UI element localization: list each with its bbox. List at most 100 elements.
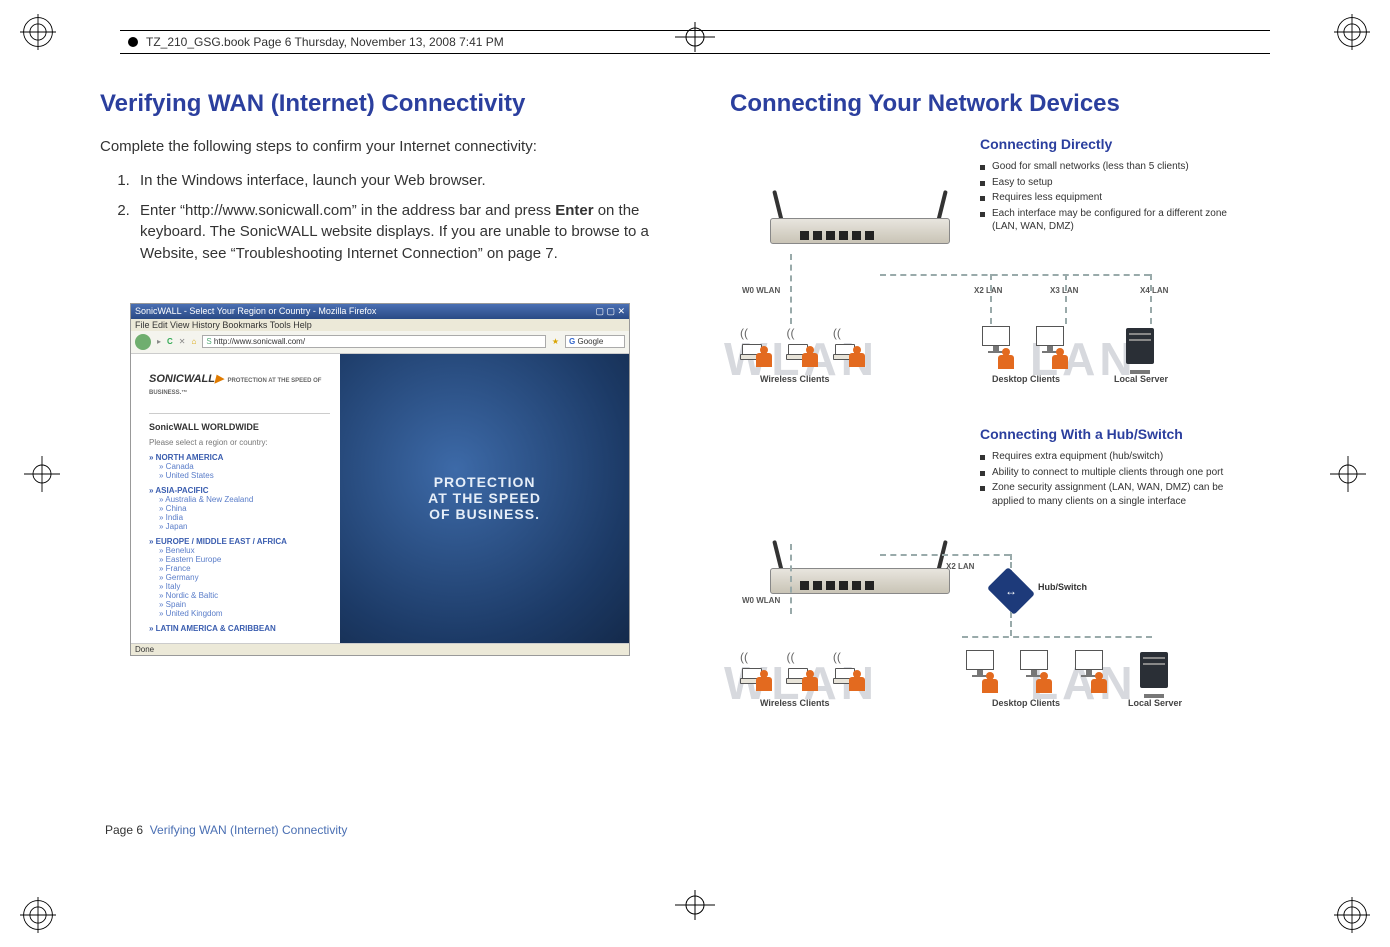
hub-text-block: Connecting With a Hub/Switch Requires ex…: [980, 426, 1250, 510]
registration-mark-icon: [1334, 897, 1370, 933]
registration-mark-icon: [1334, 14, 1370, 50]
page-number: Page 6: [105, 823, 143, 837]
port-w0-label: W0 WLAN: [742, 286, 780, 295]
region-link: India: [159, 513, 330, 522]
region-link: United Kingdom: [159, 609, 330, 618]
region-link: United States: [159, 471, 330, 480]
page-header-bar: TZ_210_GSG.book Page 6 Thursday, Novembe…: [120, 30, 1270, 54]
connector-line: [880, 554, 1010, 556]
region-prompt: Please select a region or country:: [149, 438, 330, 447]
wireless-clients-icon: (( (( ((: [736, 650, 871, 699]
bullet-item: Each interface may be configured for a d…: [980, 207, 1240, 234]
local-server-label: Local Server: [1114, 374, 1168, 384]
local-server-icon: [1126, 328, 1154, 374]
hero-line-2: AT THE SPEED: [428, 490, 541, 506]
connector-line: [1010, 612, 1012, 636]
stop-icon: ✕: [179, 337, 186, 346]
connector-line: [880, 274, 1150, 276]
region-link: Australia & New Zealand: [159, 495, 330, 504]
region-link: Canada: [159, 462, 330, 471]
forward-icon: ▸: [157, 337, 161, 346]
region-list: NORTH AMERICACanadaUnited StatesASIA-PAC…: [149, 453, 330, 633]
registration-mark-icon: [20, 897, 56, 933]
connector-line: [790, 544, 792, 614]
region-link: Germany: [159, 573, 330, 582]
registration-mark-icon: [20, 14, 56, 50]
browser-titlebar: SonicWALL - Select Your Region or Countr…: [131, 304, 629, 319]
bullet-item: Good for small networks (less than 5 cli…: [980, 160, 1240, 174]
hub-title: Connecting With a Hub/Switch: [980, 426, 1250, 442]
bold-enter: Enter: [555, 202, 593, 219]
home-icon: ⌂: [192, 337, 197, 346]
url-bar: S http://www.sonicwall.com/: [202, 335, 545, 348]
region-heading: EUROPE / MIDDLE EAST / AFRICA: [149, 537, 330, 546]
local-server-label: Local Server: [1128, 698, 1182, 708]
bullet-item: Ability to connect to multiple clients t…: [980, 466, 1250, 480]
left-column: Verifying WAN (Internet) Connectivity Co…: [100, 90, 660, 857]
wireless-clients-label: Wireless Clients: [760, 698, 829, 708]
region-link: Japan: [159, 522, 330, 531]
network-diagram: Connecting Directly Good for small netwo…: [730, 136, 1290, 857]
hub-switch-icon: ↔: [992, 576, 1030, 606]
header-text: TZ_210_GSG.book Page 6 Thursday, Novembe…: [146, 35, 504, 49]
bullet-item: Zone security assignment (LAN, WAN, DMZ)…: [980, 481, 1250, 508]
connector-line: [790, 254, 792, 324]
back-icon: [135, 334, 151, 350]
hub-switch-label: Hub/Switch: [1038, 582, 1087, 592]
local-server-icon: [1140, 652, 1168, 698]
page-footer: Page 6 Verifying WAN (Internet) Connecti…: [105, 823, 347, 837]
region-link: Benelux: [159, 546, 330, 555]
right-column: Connecting Your Network Devices Connecti…: [730, 90, 1290, 857]
reload-icon: C: [167, 337, 173, 346]
bullet-item: Requires less equipment: [980, 191, 1240, 205]
connector-line: [990, 274, 992, 324]
crop-mark-icon: [675, 890, 715, 925]
hub-bullets: Requires extra equipment (hub/switch) Abi…: [980, 450, 1250, 508]
crop-mark-icon: [24, 456, 60, 492]
port-x2-label: X2 LAN: [974, 286, 1002, 295]
bullet-item: Easy to setup: [980, 176, 1240, 190]
region-link: Nordic & Baltic: [159, 591, 330, 600]
desktop-clients-icon: [956, 650, 1115, 701]
wireless-clients-label: Wireless Clients: [760, 374, 829, 384]
direct-title: Connecting Directly: [980, 136, 1240, 152]
bullet-icon: [128, 37, 138, 47]
wireless-clients-icon: (( (( ((: [736, 326, 871, 375]
region-link: China: [159, 504, 330, 513]
step-1: In the Windows interface, launch your We…: [134, 170, 660, 192]
direct-text-block: Connecting Directly Good for small netwo…: [980, 136, 1240, 236]
hero-line-1: PROTECTION: [434, 474, 536, 490]
desktop-clients-icon: [972, 326, 1076, 377]
star-icon: ★: [552, 337, 559, 346]
bullet-item: Requires extra equipment (hub/switch): [980, 450, 1250, 464]
worldwide-heading: SonicWALL WORLDWIDE: [149, 422, 330, 432]
port-w0-label: W0 WLAN: [742, 596, 780, 605]
step-2: Enter “http://www.sonicwall.com” in the …: [134, 200, 660, 265]
direct-bullets: Good for small networks (less than 5 cli…: [980, 160, 1240, 234]
search-box: G Google: [565, 335, 625, 348]
heading-connecting-devices: Connecting Your Network Devices: [730, 90, 1290, 118]
region-heading: ASIA-PACIFIC: [149, 486, 330, 495]
region-link: France: [159, 564, 330, 573]
steps-list: In the Windows interface, launch your We…: [100, 170, 660, 273]
sonicwall-logo: SONICWALL▶PROTECTION AT THE SPEED OF BUS…: [149, 372, 330, 397]
intro-text: Complete the following steps to confirm …: [100, 136, 660, 158]
crop-mark-icon: [1330, 456, 1366, 492]
browser-toolbar: ▸ C ✕ ⌂ S http://www.sonicwall.com/ ★ G …: [131, 331, 629, 354]
connector-line: [1150, 274, 1152, 324]
browser-content: SONICWALL▶PROTECTION AT THE SPEED OF BUS…: [131, 354, 629, 643]
window-controls-icon: ▢ ▢ ✕: [595, 306, 625, 317]
footer-section: Verifying WAN (Internet) Connectivity: [150, 823, 348, 837]
heading-verify-wan: Verifying WAN (Internet) Connectivity: [100, 90, 660, 118]
hero-line-3: OF BUSINESS.: [429, 506, 540, 522]
connector-line: [962, 636, 1152, 638]
region-heading: LATIN AMERICA & CARIBBEAN: [149, 624, 330, 633]
region-link: Spain: [159, 600, 330, 609]
port-x4-label: X4 LAN: [1140, 286, 1168, 295]
browser-screenshot: SonicWALL - Select Your Region or Countr…: [130, 303, 630, 656]
hero-panel: PROTECTION AT THE SPEED OF BUSINESS.: [340, 354, 629, 643]
region-link: Italy: [159, 582, 330, 591]
connector-line: [1065, 274, 1067, 324]
router-icon: [770, 196, 950, 256]
port-x2-label: X2 LAN: [946, 562, 974, 571]
